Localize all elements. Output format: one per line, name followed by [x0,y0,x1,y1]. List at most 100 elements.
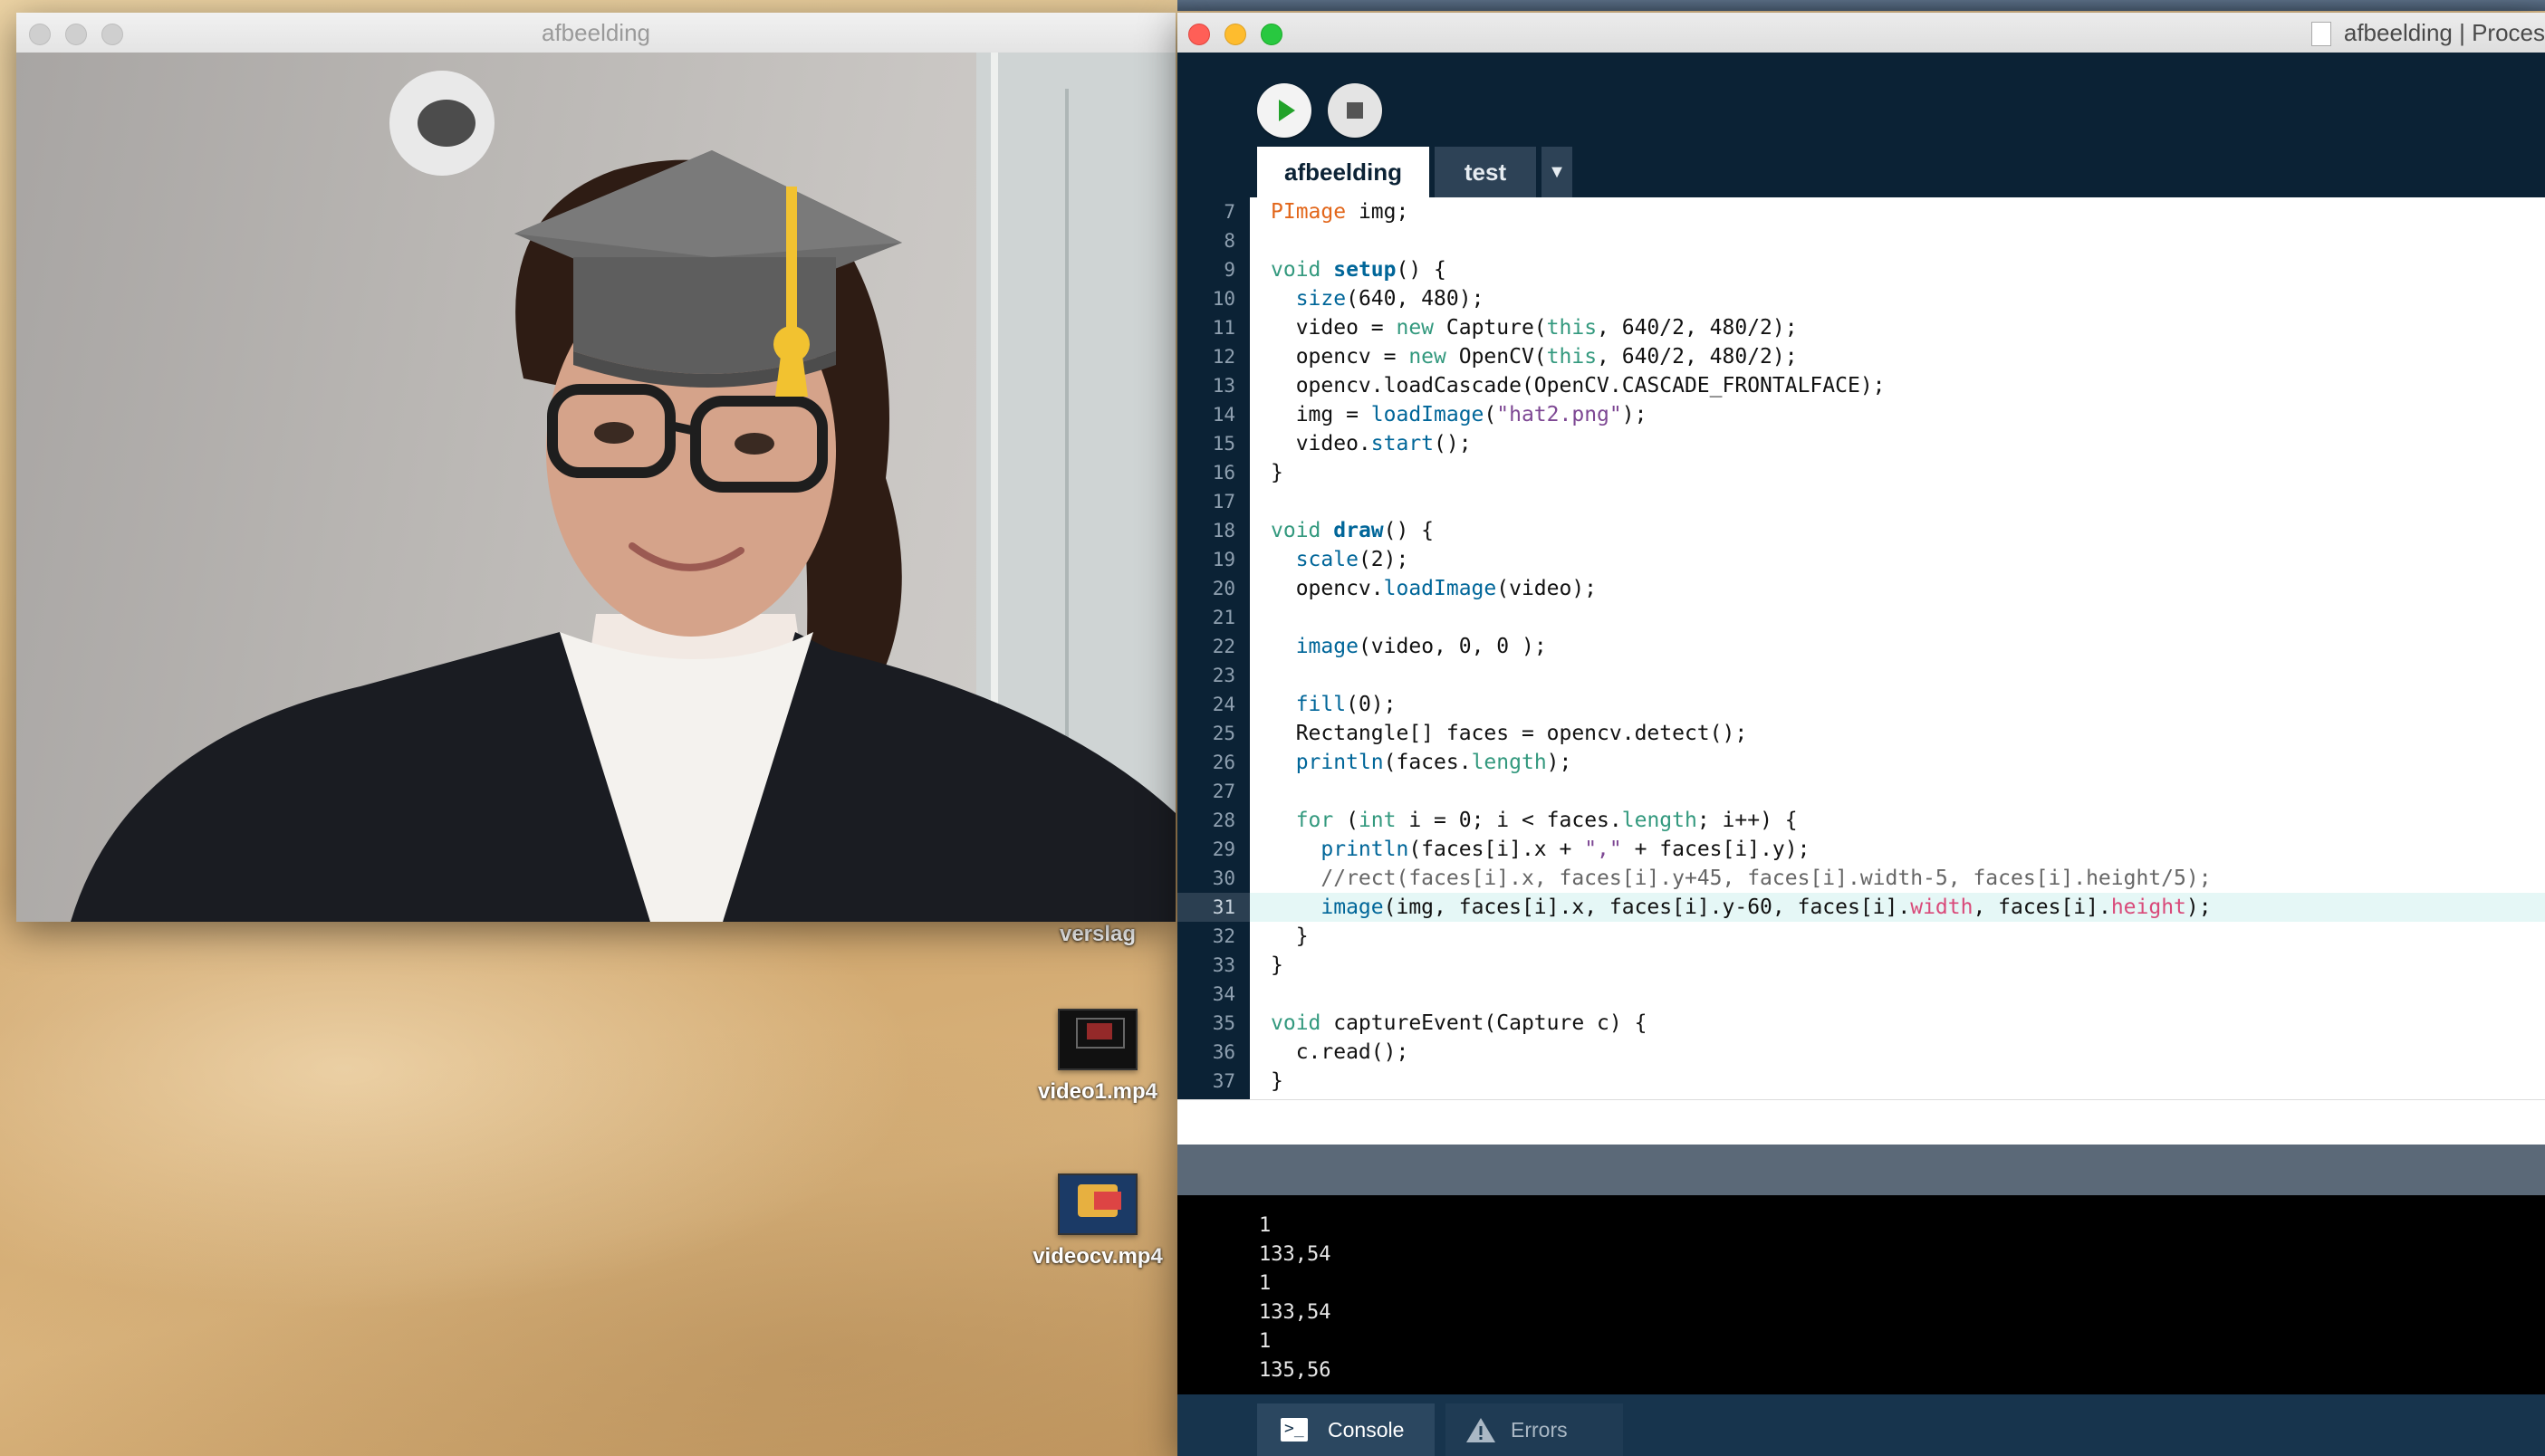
close-button[interactable] [1188,24,1210,45]
code-text: for (int i = 0; i < faces.length; i++) { [1295,809,1798,832]
code-line[interactable]: 36 c.read(); [1177,1038,2545,1067]
code-line[interactable]: 22 image(video, 0, 0 ); [1177,632,2545,661]
code-line[interactable]: 32 } [1177,922,2545,951]
code-line[interactable]: 13 opencv.loadCascade(OpenCV.CASCADE_FRO… [1177,371,2545,400]
code-line[interactable]: 7 PImage img; [1177,197,2545,226]
video-file-icon [1058,1173,1138,1235]
code-text: image(video, 0, 0 ); [1295,635,1547,658]
code-line[interactable]: 25 Rectangle[] faces = opencv.detect(); [1177,719,2545,748]
tab-console[interactable]: >_ Console [1257,1403,1435,1456]
code-line[interactable]: 20 opencv.loadImage(video); [1177,574,2545,603]
code-line[interactable]: 34 [1177,980,2545,1009]
code-line[interactable]: 24 fill(0); [1177,690,2545,719]
code-line[interactable]: 18 void draw() { [1177,516,2545,545]
desktop-icon-verslag[interactable]: verslag [998,922,1197,947]
line-number: 25 [1212,723,1235,744]
line-number: 23 [1212,665,1235,686]
line-number: 31 [1177,893,1250,922]
code-line[interactable]: 19 scale(2); [1177,545,2545,574]
line-number: 14 [1212,404,1235,426]
code-line[interactable]: 8 [1177,226,2545,255]
line-number: 9 [1224,259,1235,281]
tab-menu-button[interactable]: ▼ [1541,147,1572,197]
code-line[interactable]: 31 image(img, faces[i].x, faces[i].y-60,… [1177,893,2545,922]
line-number: 36 [1212,1041,1235,1063]
line-number: 8 [1224,230,1235,252]
desktop-icon-video1[interactable]: video1.mp4 [998,1009,1197,1105]
code-text: } [1271,953,1283,977]
code-text: } [1271,924,1309,948]
line-number: 12 [1212,346,1235,368]
line-number: 33 [1212,954,1235,976]
code-line[interactable]: 33} [1177,951,2545,980]
code-text: video.start(); [1271,432,1472,455]
processing-ide-window: afbeelding | Proces afbeelding test ▼ 7 P… [1177,13,2545,1456]
stop-button[interactable] [1328,83,1382,138]
console-divider[interactable] [1177,1145,2545,1195]
stop-icon [1347,102,1363,119]
code-text: println(faces[i].x + "," + faces[i].y); [1321,838,1810,861]
code-text: } [1271,1069,1283,1093]
code-line[interactable]: 15 video.start(); [1177,429,2545,458]
code-line[interactable]: 11 video = new Capture(this, 640/2, 480/… [1177,313,2545,342]
line-number: 17 [1212,491,1235,512]
code-line[interactable]: 30 //rect(faces[i].x, faces[i].y+45, fac… [1177,864,2545,893]
tab-errors[interactable]: Errors [1445,1403,1623,1456]
minimize-button[interactable] [1224,24,1246,45]
line-number: 21 [1212,607,1235,628]
console-line: 1 [1259,1330,1272,1353]
console-footer: >_ Console Errors [1177,1394,2545,1456]
tab-afbeelding[interactable]: afbeelding [1257,147,1429,197]
tab-test[interactable]: test [1435,147,1536,197]
line-number: 37 [1212,1070,1235,1092]
code-line[interactable]: 17 [1177,487,2545,516]
ide-titlebar[interactable]: afbeelding | Proces [1177,13,2545,53]
code-text: PImage img; [1271,200,1409,224]
line-number: 22 [1212,636,1235,657]
code-line[interactable]: 9 void setup() { [1177,255,2545,284]
code-editor[interactable]: 7 PImage img; 8 9 void setup() {10 size(640,… [1177,197,2545,1099]
window-title: afbeelding | Proces [2299,13,2545,53]
desktop-icon-label: verslag [1059,922,1137,946]
code-line[interactable]: 26 println(faces.length); [1177,748,2545,777]
line-number: 15 [1212,433,1235,455]
line-number: 18 [1212,520,1235,541]
code-line[interactable]: 14 img = loadImage("hat2.png"); [1177,400,2545,429]
line-number: 35 [1212,1012,1235,1034]
window-title: afbeelding [542,19,650,46]
sketch-output-window: afbeelding [16,13,1176,922]
code-text: img = loadImage("hat2.png"); [1271,403,1647,426]
console-output: 1 133,54 1 133,54 1 135,56 [1177,1195,2545,1394]
code-line[interactable]: 27 [1177,777,2545,806]
document-icon [2310,22,2331,46]
code-line[interactable]: 10 size(640, 480); [1177,284,2545,313]
line-number: 26 [1212,752,1235,773]
zoom-button[interactable] [1261,24,1282,45]
code-line[interactable]: 29 println(faces[i].x + "," + faces[i].y… [1177,835,2545,864]
console-line: 133,54 [1259,1301,1331,1324]
code-text: opencv.loadCascade(OpenCV.CASCADE_FRONTA… [1271,374,1886,398]
console-line: 1 [1259,1214,1272,1237]
run-button[interactable] [1257,83,1311,138]
code-text: image(img, faces[i].x, faces[i].y-60, fa… [1321,896,2212,919]
code-line[interactable]: 35 void captureEvent(Capture c) { [1177,1009,2545,1038]
code-line[interactable]: 37} [1177,1067,2545,1096]
code-text: Rectangle[] faces = opencv.detect(); [1271,722,1748,745]
console-line: 1 [1259,1272,1272,1295]
code-text: scale(2); [1295,548,1409,571]
code-text: void draw() { [1271,519,1435,542]
code-text: //rect(faces[i].x, faces[i].y+45, faces[… [1271,867,2212,890]
code-line[interactable]: 23 [1177,661,2545,690]
horizontal-scrollbar[interactable] [1177,1099,2545,1145]
line-number: 30 [1212,867,1235,889]
desktop-icon-label: video1.mp4 [1037,1079,1158,1104]
line-number: 19 [1212,549,1235,570]
play-icon [1279,100,1295,121]
code-line[interactable]: 28 for (int i = 0; i < faces.length; i++… [1177,806,2545,835]
sketch-titlebar[interactable]: afbeelding [16,13,1176,53]
code-line[interactable]: 21 [1177,603,2545,632]
code-text: void captureEvent(Capture c) { [1271,1011,1647,1035]
desktop-icon-videocv[interactable]: videocv.mp4 [998,1173,1197,1269]
code-line[interactable]: 12 opencv = new OpenCV(this, 640/2, 480/… [1177,342,2545,371]
code-line[interactable]: 16} [1177,458,2545,487]
